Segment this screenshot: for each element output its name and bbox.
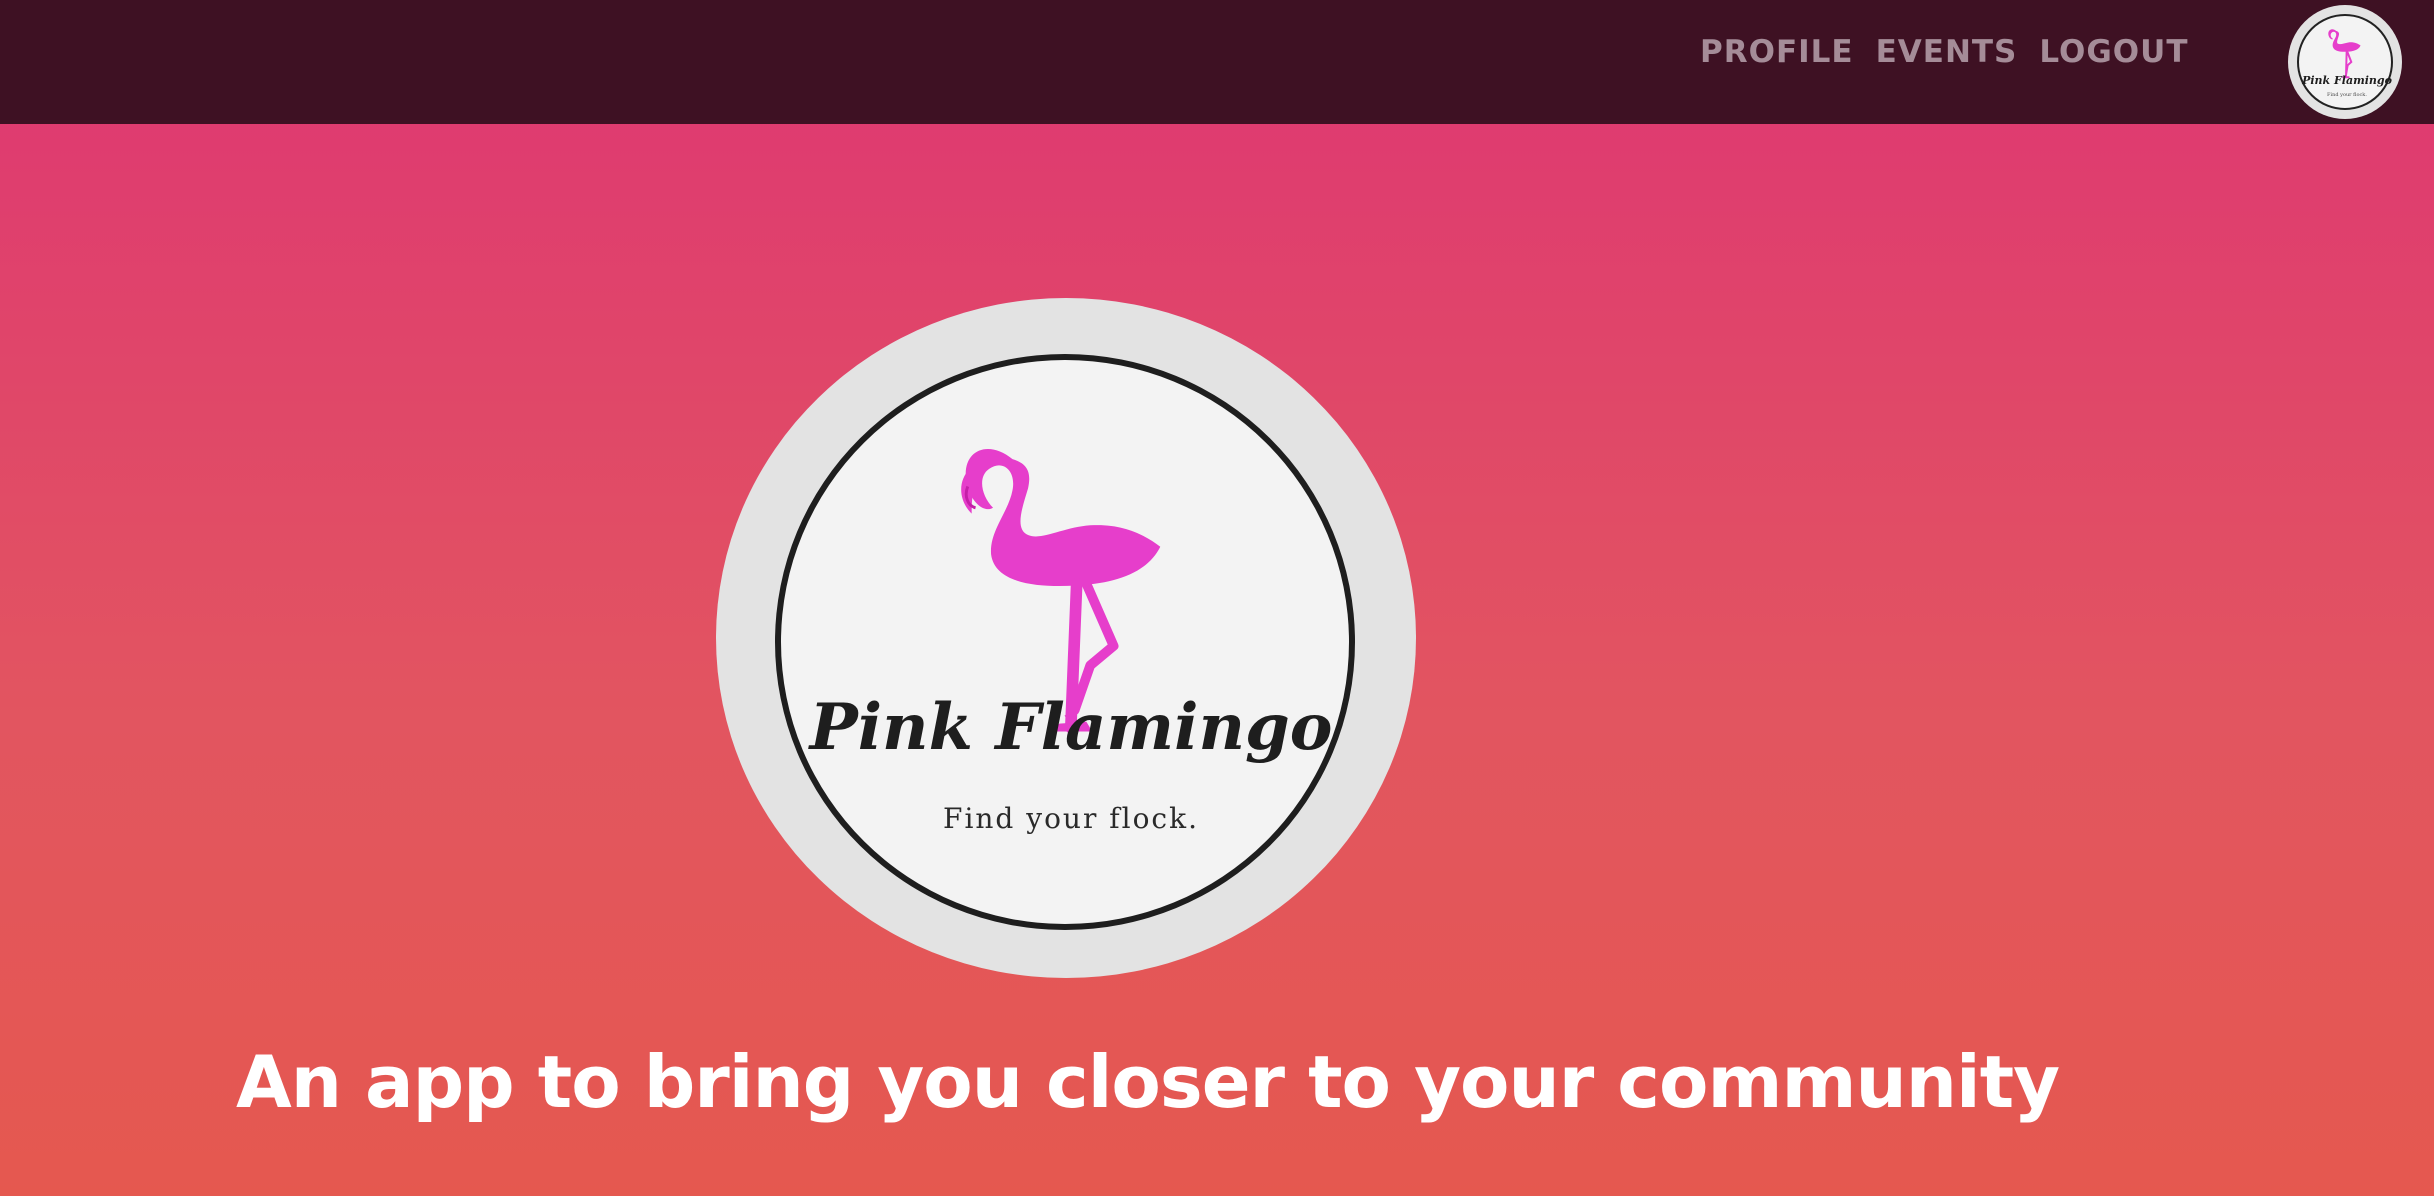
page: PROFILE EVENTS LOGOUT Pink Flamingo Find…	[0, 0, 2434, 1196]
flamingo-icon	[961, 448, 1161, 734]
nav-logo-badge: Pink Flamingo Find your flock.	[2297, 14, 2393, 110]
nav-link-events[interactable]: EVENTS	[1876, 30, 2018, 74]
nav-links: PROFILE EVENTS LOGOUT	[1700, 30, 2188, 74]
hero-logo-badge: Pink Flamingo Find your flock.	[775, 354, 1355, 930]
navbar: PROFILE EVENTS LOGOUT Pink Flamingo Find…	[0, 0, 2434, 124]
nav-link-logout[interactable]: LOGOUT	[2039, 30, 2188, 74]
nav-logo-brand-name: Pink Flamingo	[2302, 74, 2392, 87]
nav-link-profile[interactable]: PROFILE	[1700, 30, 1854, 74]
nav-logo[interactable]: Pink Flamingo Find your flock.	[2288, 5, 2402, 119]
hero-headline: An app to bring you closer to your commu…	[236, 1040, 2060, 1124]
brand-name: Pink Flamingo	[809, 690, 1333, 765]
nav-logo-tagline: Find your flock.	[2327, 92, 2367, 98]
brand-tagline: Find your flock.	[943, 802, 1199, 835]
hero-logo: Pink Flamingo Find your flock.	[716, 298, 1416, 978]
